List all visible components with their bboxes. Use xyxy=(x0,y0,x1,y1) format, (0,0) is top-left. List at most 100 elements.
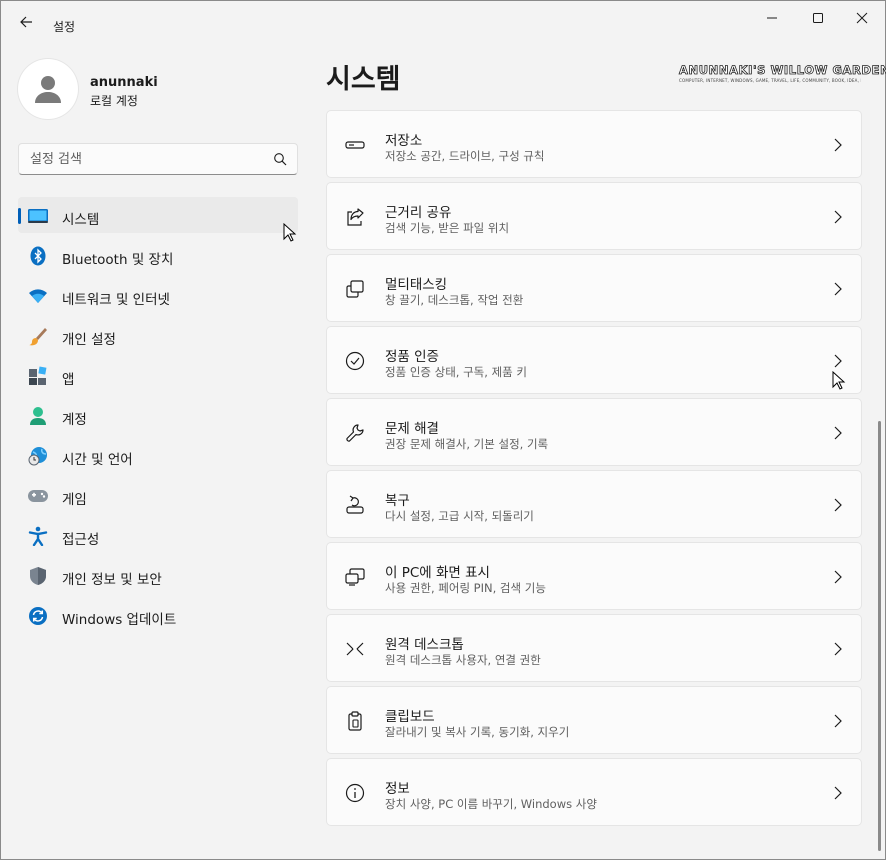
sidebar-nav: 시스템 Bluetooth 및 장치 네트워크 및 인터넷 개인 설정 앱 계정… xyxy=(18,197,298,637)
wrench-icon xyxy=(346,424,364,442)
sidebar-item-label: 계정 xyxy=(62,412,87,428)
sidebar-item-label: 접근성 xyxy=(62,532,100,548)
card-description: 권장 문제 해결사, 기본 설정, 기록 xyxy=(385,437,549,451)
card-description: 저장소 공간, 드라이브, 구성 규칙 xyxy=(385,149,545,163)
title-bar: 설정 xyxy=(1,1,885,41)
sidebar-item-label: 네트워크 및 인터넷 xyxy=(62,292,170,308)
chevron-right-icon xyxy=(834,138,842,152)
search-icon[interactable] xyxy=(273,152,287,166)
maximize-button[interactable] xyxy=(795,1,841,35)
recovery-icon xyxy=(346,495,364,514)
sidebar-item-label: Windows 업데이트 xyxy=(62,612,177,628)
mouse-cursor-icon xyxy=(283,223,297,242)
sidebar-item-system[interactable]: 시스템 xyxy=(18,197,298,233)
sidebar-item-apps[interactable]: 앱 xyxy=(18,357,298,393)
chevron-right-icon xyxy=(834,570,842,584)
card-troubleshoot[interactable]: 문제 해결 권장 문제 해결사, 기본 설정, 기록 xyxy=(326,398,862,466)
card-nearby-sharing[interactable]: 근거리 공유 검색 기능, 받은 파일 위치 xyxy=(326,182,862,250)
accessibility-icon xyxy=(27,525,49,547)
sidebar-item-accessibility[interactable]: 접근성 xyxy=(18,517,298,553)
back-button[interactable] xyxy=(11,9,41,35)
sidebar-item-accounts[interactable]: 계정 xyxy=(18,397,298,433)
page-title: 시스템 xyxy=(326,64,401,95)
sidebar-item-network[interactable]: 네트워크 및 인터넷 xyxy=(18,277,298,313)
mouse-cursor-icon xyxy=(832,371,846,390)
bluetooth-icon xyxy=(27,245,49,267)
sidebar-item-privacy-security[interactable]: 개인 정보 및 보안 xyxy=(18,557,298,593)
card-multitasking[interactable]: 멀티태스킹 창 끌기, 데스크톱, 작업 전환 xyxy=(326,254,862,322)
scrollbar[interactable] xyxy=(878,421,881,851)
account-icon xyxy=(27,405,49,427)
card-title: 복구 xyxy=(385,493,410,509)
card-description: 잘라내기 및 복사 기록, 동기화, 지우기 xyxy=(385,725,570,739)
card-title: 정보 xyxy=(385,781,410,797)
sidebar-item-personalization[interactable]: 개인 설정 xyxy=(18,317,298,353)
search-box[interactable] xyxy=(18,143,298,175)
chevron-right-icon xyxy=(834,426,842,440)
sidebar-item-bluetooth[interactable]: Bluetooth 및 장치 xyxy=(18,237,298,273)
close-icon xyxy=(856,12,868,24)
card-description: 원격 데스크톱 사용자, 연결 권한 xyxy=(385,653,541,667)
account-type: 로컬 계정 xyxy=(90,94,138,108)
close-button[interactable] xyxy=(839,1,885,35)
settings-list: 저장소 저장소 공간, 드라이브, 구성 규칙 근거리 공유 검색 기능, 받은… xyxy=(326,110,862,830)
gamepad-icon xyxy=(27,485,49,507)
sidebar-item-windows-update[interactable]: Windows 업데이트 xyxy=(18,597,298,633)
card-title: 클립보드 xyxy=(385,709,435,725)
card-title: 이 PC에 화면 표시 xyxy=(385,565,490,581)
card-title: 저장소 xyxy=(385,133,423,149)
chevron-right-icon xyxy=(834,282,842,296)
update-icon xyxy=(27,605,49,627)
card-description: 사용 권한, 페어링 PIN, 검색 기능 xyxy=(385,581,546,595)
checkmark-circle-icon xyxy=(345,351,365,371)
chevron-right-icon xyxy=(834,642,842,656)
info-icon xyxy=(345,783,365,803)
sidebar-item-label: 개인 정보 및 보안 xyxy=(62,572,162,588)
avatar[interactable] xyxy=(18,59,78,119)
remote-desktop-icon xyxy=(346,640,364,658)
card-title: 정품 인증 xyxy=(385,349,439,365)
card-activation[interactable]: 정품 인증 정품 인증 상태, 구독, 제품 키 xyxy=(326,326,862,394)
minimize-button[interactable] xyxy=(749,1,795,35)
card-title: 근거리 공유 xyxy=(385,205,452,221)
shield-icon xyxy=(27,565,49,587)
sidebar-item-label: 시간 및 언어 xyxy=(62,452,133,468)
user-avatar-icon xyxy=(35,76,61,103)
watermark-subtext: COMPUTER, INTERNET, WINDOWS, GAME, TRAVE… xyxy=(679,78,861,83)
sidebar-item-label: 앱 xyxy=(62,372,75,388)
settings-window: 설정 anunnaki 로컬 계정 시스템 xyxy=(0,0,886,860)
card-remote-desktop[interactable]: 원격 데스크톱 원격 데스크톱 사용자, 연결 권한 xyxy=(326,614,862,682)
share-icon xyxy=(347,208,364,226)
chevron-right-icon xyxy=(834,714,842,728)
card-recovery[interactable]: 복구 다시 설정, 고급 시작, 되돌리기 xyxy=(326,470,862,538)
watermark-logo: ANUNNAKI'S WILLOW GARDEN COMPUTER, INTER… xyxy=(679,63,886,87)
card-clipboard[interactable]: 클립보드 잘라내기 및 복사 기록, 동기화, 지우기 xyxy=(326,686,862,754)
apps-icon xyxy=(27,365,49,387)
card-description: 다시 설정, 고급 시작, 되돌리기 xyxy=(385,509,534,523)
card-title: 원격 데스크톱 xyxy=(385,637,464,653)
sidebar-item-label: 시스템 xyxy=(62,212,100,228)
card-description: 정품 인증 상태, 구독, 제품 키 xyxy=(385,365,527,379)
app-title: 설정 xyxy=(53,20,76,34)
clipboard-icon xyxy=(348,711,362,731)
watermark-text: ANUNNAKI'S WILLOW GARDEN xyxy=(679,63,886,78)
storage-drive-icon xyxy=(345,141,365,149)
back-arrow-icon xyxy=(20,16,32,28)
user-name: anunnaki xyxy=(90,75,158,90)
multitasking-icon xyxy=(346,280,364,298)
card-description: 검색 기능, 받은 파일 위치 xyxy=(385,221,510,235)
card-title: 멀티태스킹 xyxy=(385,277,448,293)
chevron-right-icon xyxy=(834,354,842,368)
sidebar-item-label: 개인 설정 xyxy=(62,332,116,348)
sidebar-item-gaming[interactable]: 게임 xyxy=(18,477,298,513)
card-description: 창 끌기, 데스크톱, 작업 전환 xyxy=(385,293,524,307)
sidebar-item-label: Bluetooth 및 장치 xyxy=(62,252,174,268)
card-project-to-pc[interactable]: 이 PC에 화면 표시 사용 권한, 페어링 PIN, 검색 기능 xyxy=(326,542,862,610)
card-about[interactable]: 정보 장치 사양, PC 이름 바꾸기, Windows 사양 xyxy=(326,758,862,826)
card-storage[interactable]: 저장소 저장소 공간, 드라이브, 구성 규칙 xyxy=(326,110,862,178)
project-screen-icon xyxy=(345,568,365,586)
minimize-icon xyxy=(767,17,777,19)
search-input[interactable] xyxy=(19,144,269,174)
wifi-icon xyxy=(27,285,49,307)
sidebar-item-time-language[interactable]: 시간 및 언어 xyxy=(18,437,298,473)
